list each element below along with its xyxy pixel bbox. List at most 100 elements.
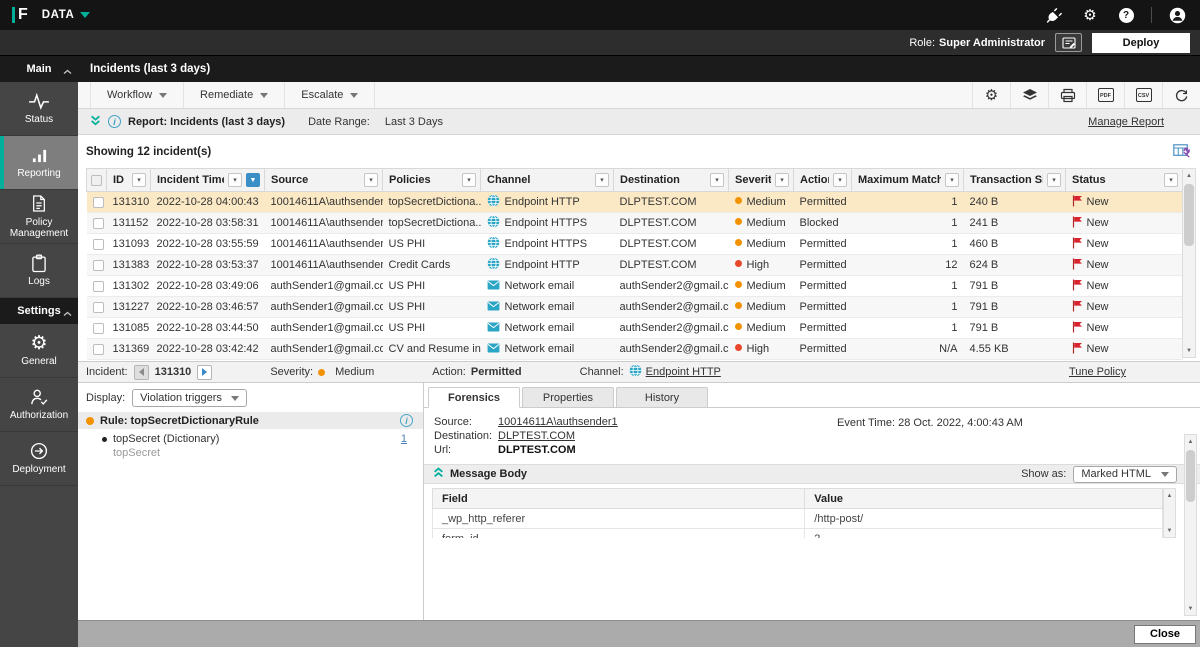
previous-incident-button[interactable] [133,364,149,380]
trigger-row[interactable]: topSecret (Dictionary) 1 [78,429,423,445]
column-menu-icon[interactable]: ▾ [833,173,847,187]
source-link[interactable]: 10014611A\authsender1 [498,416,618,428]
incident-row[interactable]: 131302 2022-10-28 03:49:06 authSender1@gma… [86,275,1183,297]
escalate-menu[interactable]: Escalate [285,82,376,108]
sidebar-item-general[interactable]: ⚙ General [0,324,78,378]
user-icon[interactable] [1166,5,1188,25]
column-menu-icon[interactable]: ▾ [1164,173,1178,187]
row-checkbox[interactable] [92,322,104,334]
cell-source: authSender1@gmail.com [264,338,383,360]
column-menu-icon[interactable]: ▾ [132,173,146,187]
info-icon[interactable]: i [400,414,413,427]
channel-label: Channel: [579,366,624,378]
edit-columns-icon[interactable] [1173,144,1192,162]
scroll-up-icon[interactable]: ▲ [1185,435,1196,448]
column-menu-icon[interactable]: ▾ [595,173,609,187]
row-checkbox[interactable] [92,301,104,313]
chevron-down-icon [159,92,168,98]
display-select[interactable]: Violation triggers [132,389,247,407]
incident-row[interactable]: 131310 2022-10-28 04:00:43 10014611A\auths… [86,191,1183,213]
row-checkbox[interactable] [92,238,104,250]
export-pdf-icon[interactable]: PDF [1086,82,1124,108]
column-menu-icon[interactable]: ▾ [775,173,789,187]
row-checkbox[interactable] [92,217,104,229]
sidebar-section-main[interactable]: Main [0,56,78,82]
incident-row[interactable]: 131369 2022-10-28 03:42:42 authSender1@gma… [86,338,1183,360]
trigger-count-link[interactable]: 1 [401,433,407,445]
incident-row[interactable]: 131152 2022-10-28 03:58:31 10014611A\auths… [86,212,1183,234]
cell-destination: authSender2@gmail.com [613,296,729,318]
close-button[interactable]: Close [1134,624,1196,644]
message-body-scrollbar[interactable]: ▲ ▼ [1163,488,1176,538]
channel-link[interactable]: Endpoint HTTP [629,364,721,380]
print-icon[interactable] [1048,82,1086,108]
tab-history[interactable]: History [616,387,708,408]
sidebar-item-policy-management[interactable]: Policy Management [0,190,78,244]
column-menu-icon[interactable]: ▾ [710,173,724,187]
column-menu-icon[interactable]: ▾ [1047,173,1061,187]
incident-row[interactable]: 131383 2022-10-28 03:53:37 10014611A\auths… [86,254,1183,276]
workflow-menu[interactable]: Workflow [90,82,185,108]
show-as-select[interactable]: Marked HTML [1073,465,1177,483]
remediate-menu[interactable]: Remediate [184,82,286,108]
scrollbar-thumb[interactable] [1186,450,1195,502]
sidebar-item-logs[interactable]: Logs [0,244,78,298]
row-checkbox[interactable] [92,343,104,355]
manage-report-link[interactable]: Manage Report [1088,116,1164,128]
scroll-down-icon[interactable]: ▼ [1164,524,1175,537]
incident-row[interactable]: 131093 2022-10-28 03:55:59 10014611A\auths… [86,233,1183,255]
deployment-notes-icon[interactable] [1055,33,1082,52]
collapse-report-icon[interactable] [90,115,101,129]
report-bar: i Report: Incidents (last 3 days) Date R… [78,109,1200,135]
help-icon[interactable]: ? [1115,5,1137,25]
tab-properties[interactable]: Properties [522,387,614,408]
product-switcher[interactable]: DATA [42,9,91,21]
sidebar-item-deployment[interactable]: Deployment [0,432,78,486]
scroll-up-icon[interactable]: ▲ [1164,489,1175,502]
globe-icon [629,364,642,380]
scroll-down-icon[interactable]: ▼ [1183,344,1195,357]
incident-row[interactable]: 131085 2022-10-28 03:44:50 authSender1@gma… [86,317,1183,339]
column-menu-icon[interactable]: ▾ [364,173,378,187]
incidents-grid: ID ▾ Incident Time ▾ ▼ Source ▾ Policies ▾ Channe… [78,168,1200,361]
sidebar-item-reporting[interactable]: Reporting [0,136,78,190]
row-checkbox[interactable] [92,259,104,271]
layers-icon[interactable] [1010,82,1048,108]
plug-icon[interactable] [1043,5,1065,25]
export-csv-icon[interactable]: CSV [1124,82,1162,108]
tune-policy-link[interactable]: Tune Policy [1069,366,1126,378]
sidebar-item-authorization[interactable]: Authorization [0,378,78,432]
sort-indicator-icon[interactable]: ▼ [246,173,260,187]
forensics-panel: Forensics Properties History Source: 1001… [424,383,1200,620]
column-menu-icon[interactable]: ▾ [945,173,959,187]
grid-scrollbar[interactable]: ▲ ▼ [1182,168,1196,358]
sidebar-item-status[interactable]: Status [0,82,78,136]
severity-dot [734,260,742,267]
collapse-section-icon[interactable] [433,467,444,481]
select-all-checkbox[interactable] [91,174,102,186]
scroll-up-icon[interactable]: ▲ [1183,169,1195,182]
scroll-down-icon[interactable]: ▼ [1185,602,1196,615]
column-menu-icon[interactable]: ▾ [228,173,242,187]
table-settings-icon[interactable]: ⚙ [972,82,1010,108]
divider [1151,7,1152,23]
forensics-scrollbar[interactable]: ▲ ▼ [1184,434,1197,616]
severity-value: Medium [335,366,375,378]
destination-link[interactable]: DLPTEST.COM [498,430,575,442]
cell-maximum-matches: N/A [851,338,964,360]
cell-policies: topSecretDictiona... [382,191,481,213]
incident-row[interactable]: 131227 2022-10-28 03:46:57 authSender1@gma… [86,296,1183,318]
tab-forensics[interactable]: Forensics [428,387,520,408]
row-checkbox[interactable] [92,280,104,292]
column-menu-icon[interactable]: ▾ [462,173,476,187]
scrollbar-thumb[interactable] [1184,184,1194,246]
info-icon[interactable]: i [108,115,121,128]
refresh-icon[interactable] [1162,82,1200,108]
next-incident-button[interactable] [197,364,213,380]
rule-row[interactable]: Rule: topSecretDictionaryRule i [78,412,423,429]
gear-icon[interactable]: ⚙ [1079,5,1101,25]
deploy-button[interactable]: Deploy [1092,32,1190,53]
sidebar-section-settings[interactable]: Settings [0,298,78,324]
app-root: F DATA ⚙ ? Role: Super Administrator Depl… [0,0,1200,647]
row-checkbox[interactable] [92,196,104,208]
